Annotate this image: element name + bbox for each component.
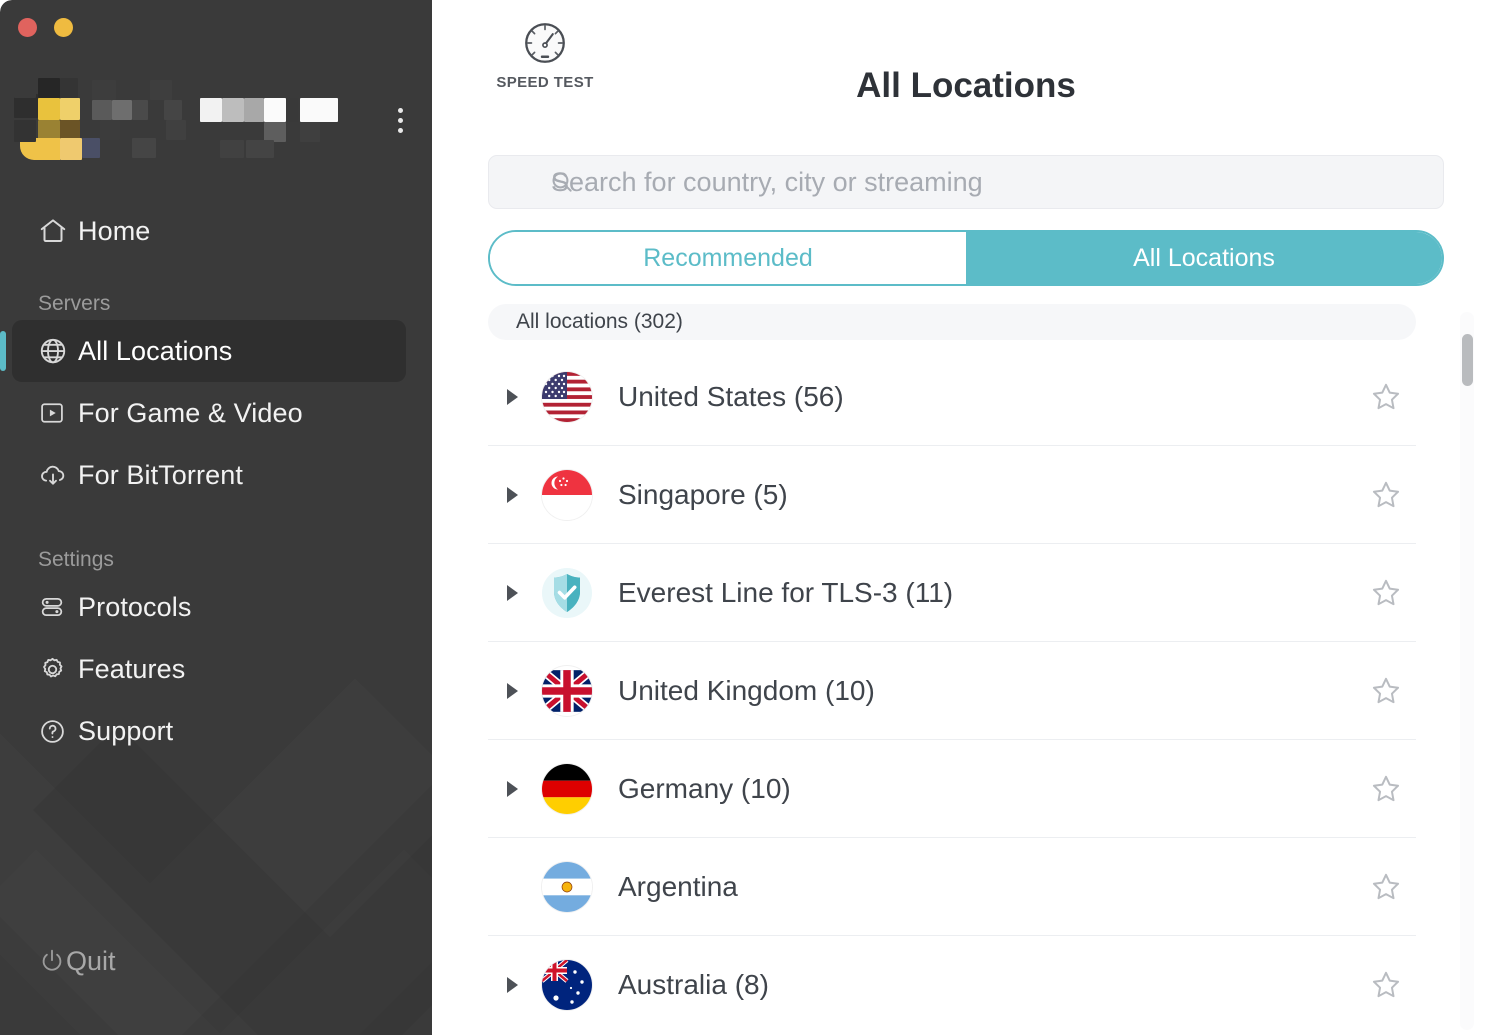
expand-arrow-icon[interactable]: [488, 683, 536, 699]
kebab-dot: [398, 128, 403, 133]
power-icon: [38, 947, 66, 975]
sidebar-item-features[interactable]: Features: [12, 638, 406, 700]
quit-label: Quit: [66, 946, 116, 977]
sidebar-item-label: For Game & Video: [78, 398, 303, 429]
tab-all-locations[interactable]: All Locations: [966, 232, 1442, 284]
location-name: Argentina: [598, 871, 1356, 903]
flag-ar-icon: [536, 862, 598, 912]
location-list: United States (56): [488, 348, 1416, 1028]
favorite-star-icon[interactable]: [1356, 478, 1416, 512]
table-row[interactable]: Australia (8): [488, 936, 1416, 1028]
sidebar-item-label: For BitTorrent: [78, 460, 243, 491]
search-container: [488, 155, 1444, 209]
favorite-star-icon[interactable]: [1356, 674, 1416, 708]
kebab-dot: [398, 118, 403, 123]
location-name: Everest Line for TLS-3 (11): [598, 577, 1356, 609]
search-icon: [549, 169, 575, 195]
location-name: United Kingdom (10): [598, 675, 1356, 707]
table-row[interactable]: Everest Line for TLS-3 (11): [488, 544, 1416, 642]
flag-uk-icon: [536, 666, 598, 716]
favorite-star-icon[interactable]: [1356, 380, 1416, 414]
location-name: Germany (10): [598, 773, 1356, 805]
main-header: SPEED TEST All Locations: [432, 0, 1500, 155]
sidebar-section-settings-title: Settings: [0, 548, 432, 572]
shield-check-icon: [536, 568, 598, 618]
sidebar-item-support[interactable]: Support: [12, 700, 406, 762]
favorite-star-icon[interactable]: [1356, 576, 1416, 610]
location-name: United States (56): [598, 381, 1356, 413]
sidebar-item-label: Home: [78, 216, 150, 247]
pixelated-account-name: [14, 72, 359, 158]
page-title: All Locations: [432, 66, 1500, 106]
sidebar-item-all-locations[interactable]: All Locations: [12, 320, 406, 382]
question-circle-icon: [38, 717, 78, 746]
scrollbar-thumb[interactable]: [1462, 334, 1473, 386]
sidebar-item-protocols[interactable]: Protocols: [12, 576, 406, 638]
favorite-star-icon[interactable]: [1356, 870, 1416, 904]
tab-recommended[interactable]: Recommended: [490, 232, 966, 284]
sidebar-item-label: All Locations: [78, 336, 232, 367]
account-more-options-button[interactable]: [388, 100, 412, 140]
flag-au-icon: [536, 960, 598, 1010]
minimize-window-button[interactable]: [54, 18, 73, 37]
favorite-star-icon[interactable]: [1356, 772, 1416, 806]
favorite-star-icon[interactable]: [1356, 968, 1416, 1002]
expand-arrow-icon[interactable]: [488, 585, 536, 601]
speedometer-icon: [520, 18, 570, 68]
table-row[interactable]: United Kingdom (10): [488, 642, 1416, 740]
play-square-icon: [38, 399, 78, 427]
quit-button[interactable]: Quit: [0, 933, 116, 989]
flag-de-icon: [536, 764, 598, 814]
expand-arrow-icon[interactable]: [488, 389, 536, 405]
search-box[interactable]: [488, 155, 1444, 209]
close-window-button[interactable]: [18, 18, 37, 37]
location-tabs: Recommended All Locations: [488, 230, 1444, 286]
expand-arrow-icon[interactable]: [488, 487, 536, 503]
sidebar-item-label: Support: [78, 716, 173, 747]
location-list-area: United States (56): [432, 348, 1500, 1028]
cloud-download-icon: [38, 460, 78, 490]
sliders-icon: [38, 593, 78, 621]
all-locations-count-pill: All locations (302): [488, 304, 1416, 340]
expand-arrow-icon[interactable]: [488, 977, 536, 993]
sidebar-item-label: Features: [78, 654, 185, 685]
expand-arrow-icon[interactable]: [488, 781, 536, 797]
sidebar-nav: Home Servers All Locations: [0, 200, 432, 762]
flag-sg-icon: [536, 470, 598, 520]
window-controls: [18, 18, 73, 37]
flag-us-icon: [536, 372, 598, 422]
search-input[interactable]: [551, 167, 1443, 198]
gear-icon: [38, 655, 78, 684]
home-icon: [38, 216, 78, 246]
table-row[interactable]: United States (56): [488, 348, 1416, 446]
kebab-dot: [398, 108, 403, 113]
table-row[interactable]: Singapore (5): [488, 446, 1416, 544]
location-list-scrollbar[interactable]: [1460, 312, 1474, 1030]
sidebar-item-for-bittorrent[interactable]: For BitTorrent: [12, 444, 406, 506]
location-name: Australia (8): [598, 969, 1356, 1001]
sidebar-item-home[interactable]: Home: [12, 200, 406, 262]
table-row[interactable]: Argentina: [488, 838, 1416, 936]
sidebar: Home Servers All Locations: [0, 0, 432, 1035]
table-row[interactable]: Germany (10): [488, 740, 1416, 838]
account-info-redacted[interactable]: [14, 72, 414, 158]
app-window: Home Servers All Locations: [0, 0, 1500, 1035]
main-panel: SPEED TEST All Locations Recommended All…: [432, 0, 1500, 1035]
sidebar-item-label: Protocols: [78, 592, 191, 623]
location-name: Singapore (5): [598, 479, 1356, 511]
globe-icon: [38, 336, 78, 366]
sidebar-item-for-game-and-video[interactable]: For Game & Video: [12, 382, 406, 444]
sidebar-section-servers-title: Servers: [0, 292, 432, 316]
